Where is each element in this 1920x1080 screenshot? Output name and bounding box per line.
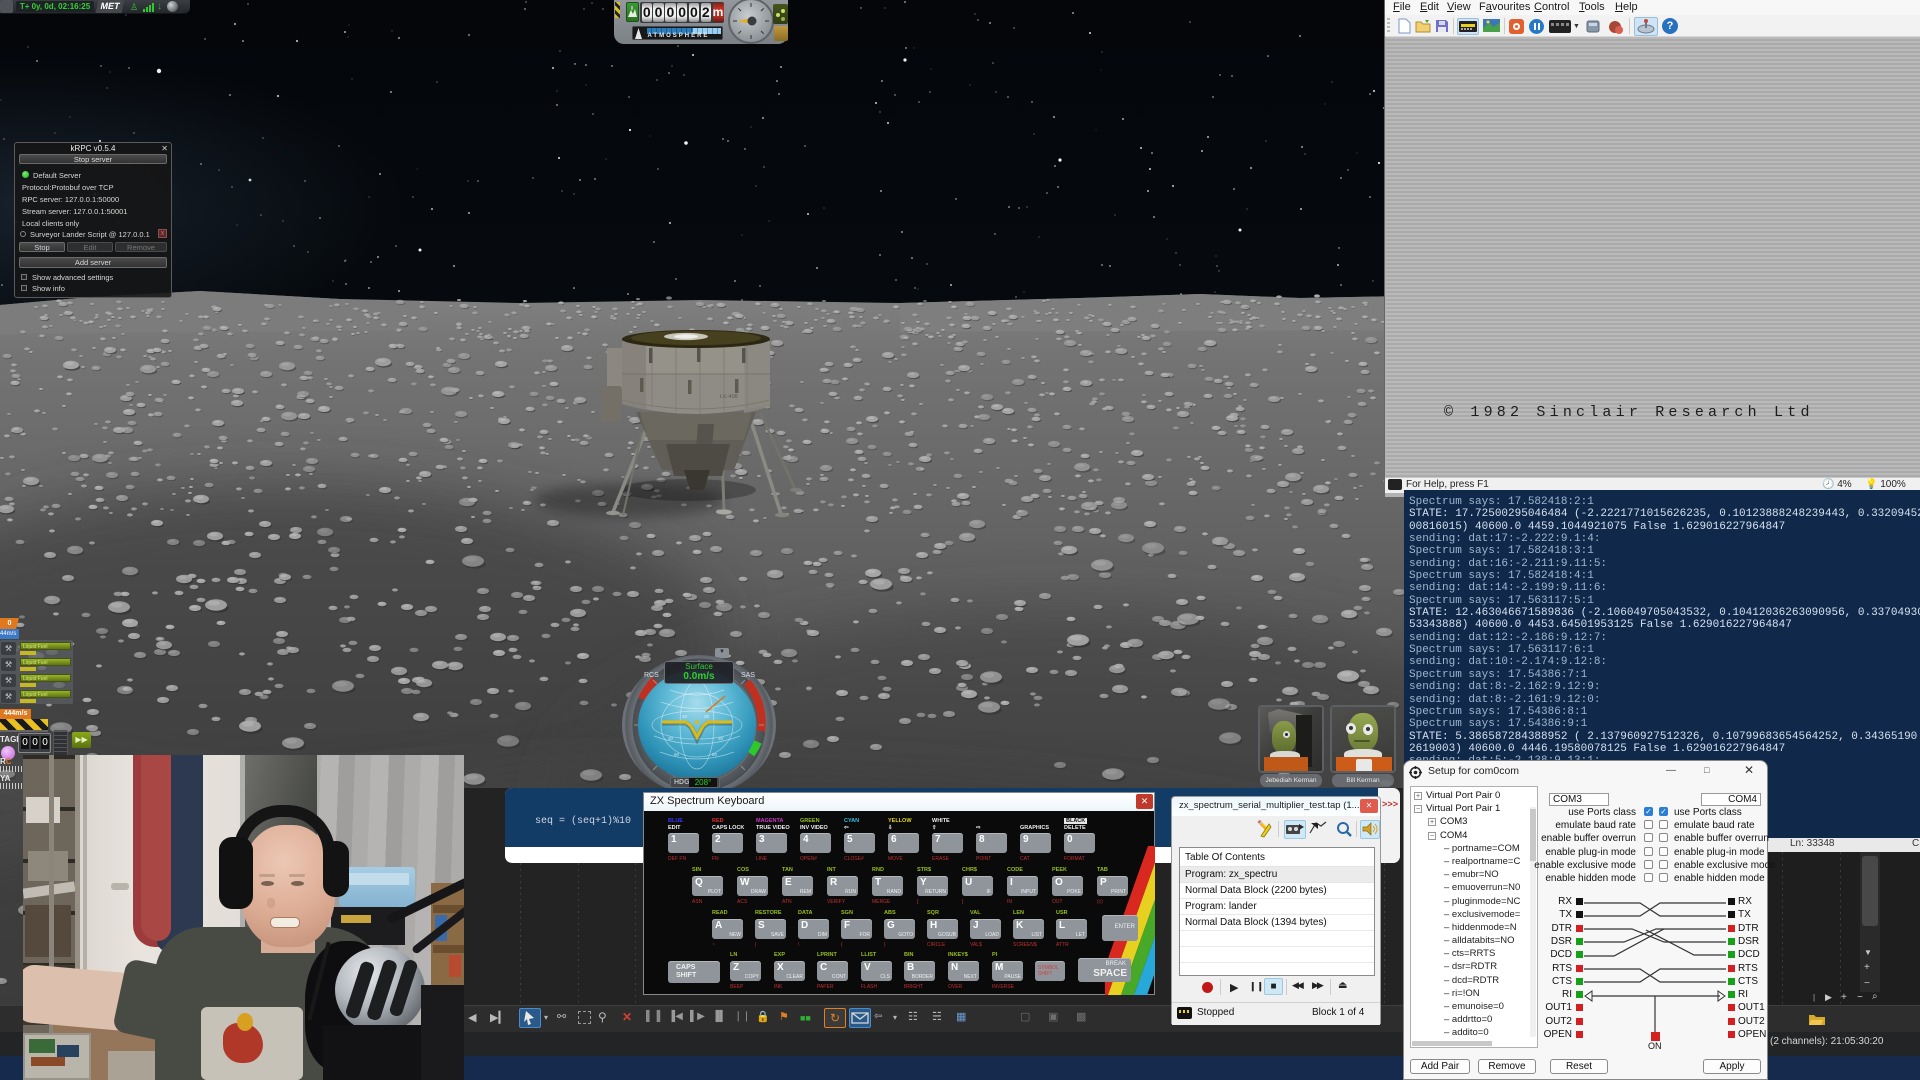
svg-text:30: 30 <box>668 736 674 741</box>
svg-text:30: 30 <box>718 736 724 741</box>
svg-text:ON: ON <box>1648 1041 1662 1049</box>
svg-text:LK-408: LK-408 <box>720 394 738 400</box>
svg-text:60: 60 <box>712 752 718 757</box>
svg-text:60: 60 <box>674 752 680 757</box>
svg-text:20: 20 <box>704 714 710 719</box>
svg-text:20: 20 <box>682 714 688 719</box>
